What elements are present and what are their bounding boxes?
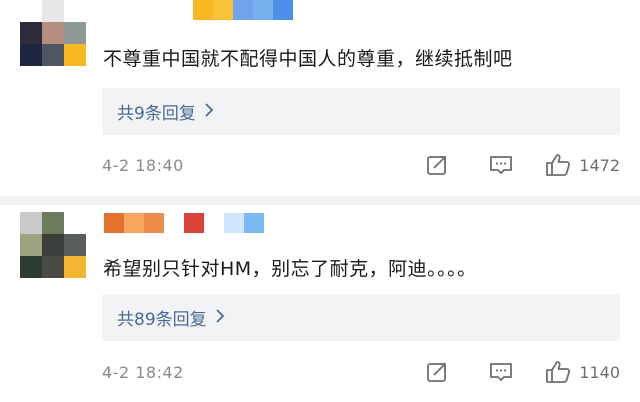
thumbs-up-icon [546, 361, 571, 383]
username-pixel [184, 213, 204, 233]
username-mosaic[interactable] [104, 213, 264, 233]
comment-icon [490, 363, 513, 382]
comment-meta: 4-2 18:42 1140 [102, 357, 620, 387]
avatar-pixel [42, 256, 64, 278]
avatar-pixel [42, 212, 64, 234]
comment-text: 希望别只针对HM，别忘了耐克，阿迪。。。。 [103, 258, 477, 280]
timestamp: 4-2 18:42 [102, 362, 184, 382]
replies-label: 共89条回复 [117, 310, 207, 330]
share-icon [427, 363, 447, 382]
avatar-pixel [20, 212, 42, 234]
avatar-pixel [64, 256, 86, 278]
comment-actions: 1140 [417, 357, 620, 387]
username-pixel [224, 213, 244, 233]
username-pixel [104, 213, 124, 233]
like-button[interactable]: 1140 [545, 360, 620, 384]
username-pixel [244, 213, 264, 233]
avatar-pixel [20, 256, 42, 278]
username-pixel [204, 213, 224, 233]
username-pixel [124, 213, 144, 233]
comment-button[interactable] [481, 361, 521, 383]
avatar[interactable] [20, 212, 86, 278]
like-count: 1140 [579, 362, 620, 382]
comment-divider [0, 196, 640, 205]
username-pixel [164, 213, 184, 233]
avatar-pixel [64, 212, 86, 234]
comment-item: 希望别只针对HM，别忘了耐克，阿迪。。。。 共89条回复 4-2 18:42 1… [0, 0, 640, 383]
share-button[interactable] [417, 361, 457, 383]
chevron-right-icon [215, 307, 225, 328]
username-pixel [144, 213, 164, 233]
avatar-pixel [20, 234, 42, 256]
avatar-pixel [64, 234, 86, 256]
view-replies-button[interactable]: 共89条回复 [102, 294, 620, 341]
avatar-pixel [42, 234, 64, 256]
